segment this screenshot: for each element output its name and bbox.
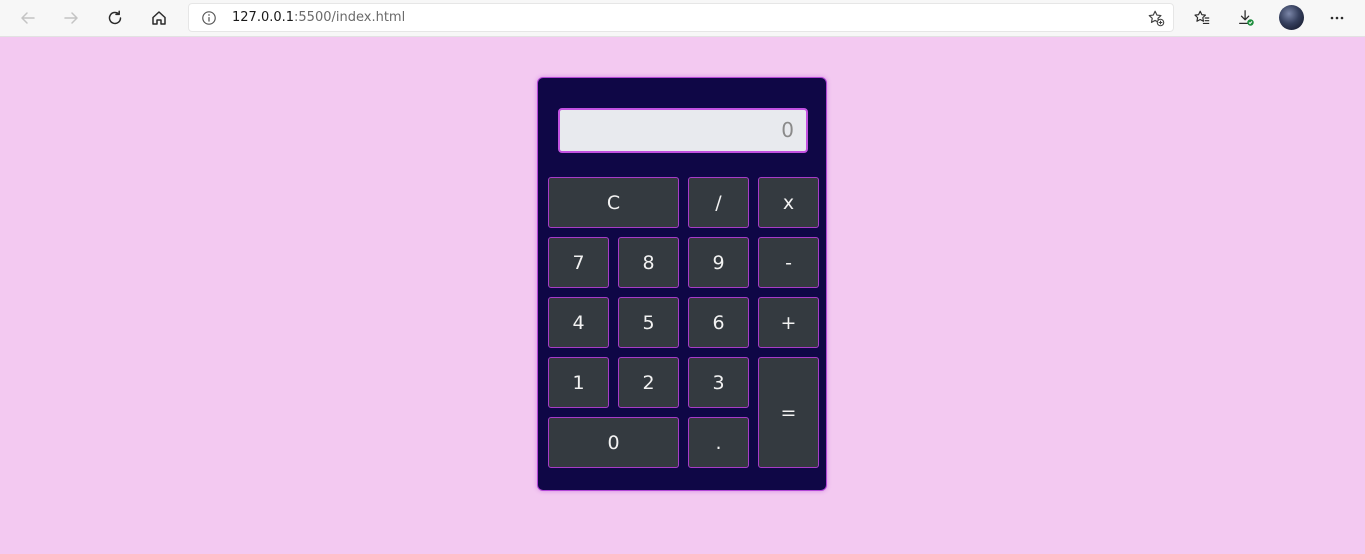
subtract-button[interactable]: - (758, 237, 819, 288)
back-button[interactable] (14, 4, 42, 32)
refresh-icon (108, 10, 122, 25)
url-path: :5500/index.html (294, 10, 406, 25)
star-plus-icon (1148, 10, 1165, 27)
home-button[interactable] (145, 4, 173, 32)
home-icon (152, 11, 166, 25)
multiply-button[interactable]: x (758, 177, 819, 228)
more-options-button[interactable] (1323, 4, 1351, 32)
decimal-button[interactable]: . (688, 417, 749, 468)
info-icon[interactable] (200, 9, 218, 27)
clear-button[interactable]: C (548, 177, 679, 228)
favorites-button[interactable] (1188, 4, 1216, 32)
digit-0-button[interactable]: 0 (548, 417, 679, 468)
address-bar[interactable]: 127.0.0.1:5500/index.html (188, 3, 1174, 32)
digit-4-button[interactable]: 4 (548, 297, 609, 348)
favorites-list-icon (1194, 10, 1210, 24)
add-favorite-button[interactable] (1146, 8, 1166, 28)
profile-avatar[interactable] (1279, 5, 1304, 30)
download-icon (1239, 10, 1254, 26)
arrow-left-icon (21, 12, 35, 24)
url-text[interactable]: 127.0.0.1:5500/index.html (232, 10, 405, 25)
arrow-right-icon (64, 12, 78, 24)
url-host: 127.0.0.1 (232, 10, 295, 25)
equals-button[interactable]: = (758, 357, 819, 468)
digit-2-button[interactable]: 2 (618, 357, 679, 408)
divide-button[interactable]: / (688, 177, 749, 228)
forward-button[interactable] (57, 4, 85, 32)
digit-7-button[interactable]: 7 (548, 237, 609, 288)
downloads-button[interactable] (1232, 4, 1260, 32)
digit-9-button[interactable]: 9 (688, 237, 749, 288)
browser-toolbar: 127.0.0.1:5500/index.html (0, 0, 1365, 37)
calculator-display[interactable]: 0 (558, 108, 808, 153)
digit-8-button[interactable]: 8 (618, 237, 679, 288)
digit-3-button[interactable]: 3 (688, 357, 749, 408)
digit-6-button[interactable]: 6 (688, 297, 749, 348)
calculator: 0 C / x 7 8 9 - 4 5 6 + 1 2 3 = 0 . (537, 77, 827, 491)
more-horizontal-icon (1330, 16, 1344, 20)
add-button[interactable]: + (758, 297, 819, 348)
digit-5-button[interactable]: 5 (618, 297, 679, 348)
refresh-button[interactable] (101, 4, 129, 32)
digit-1-button[interactable]: 1 (548, 357, 609, 408)
